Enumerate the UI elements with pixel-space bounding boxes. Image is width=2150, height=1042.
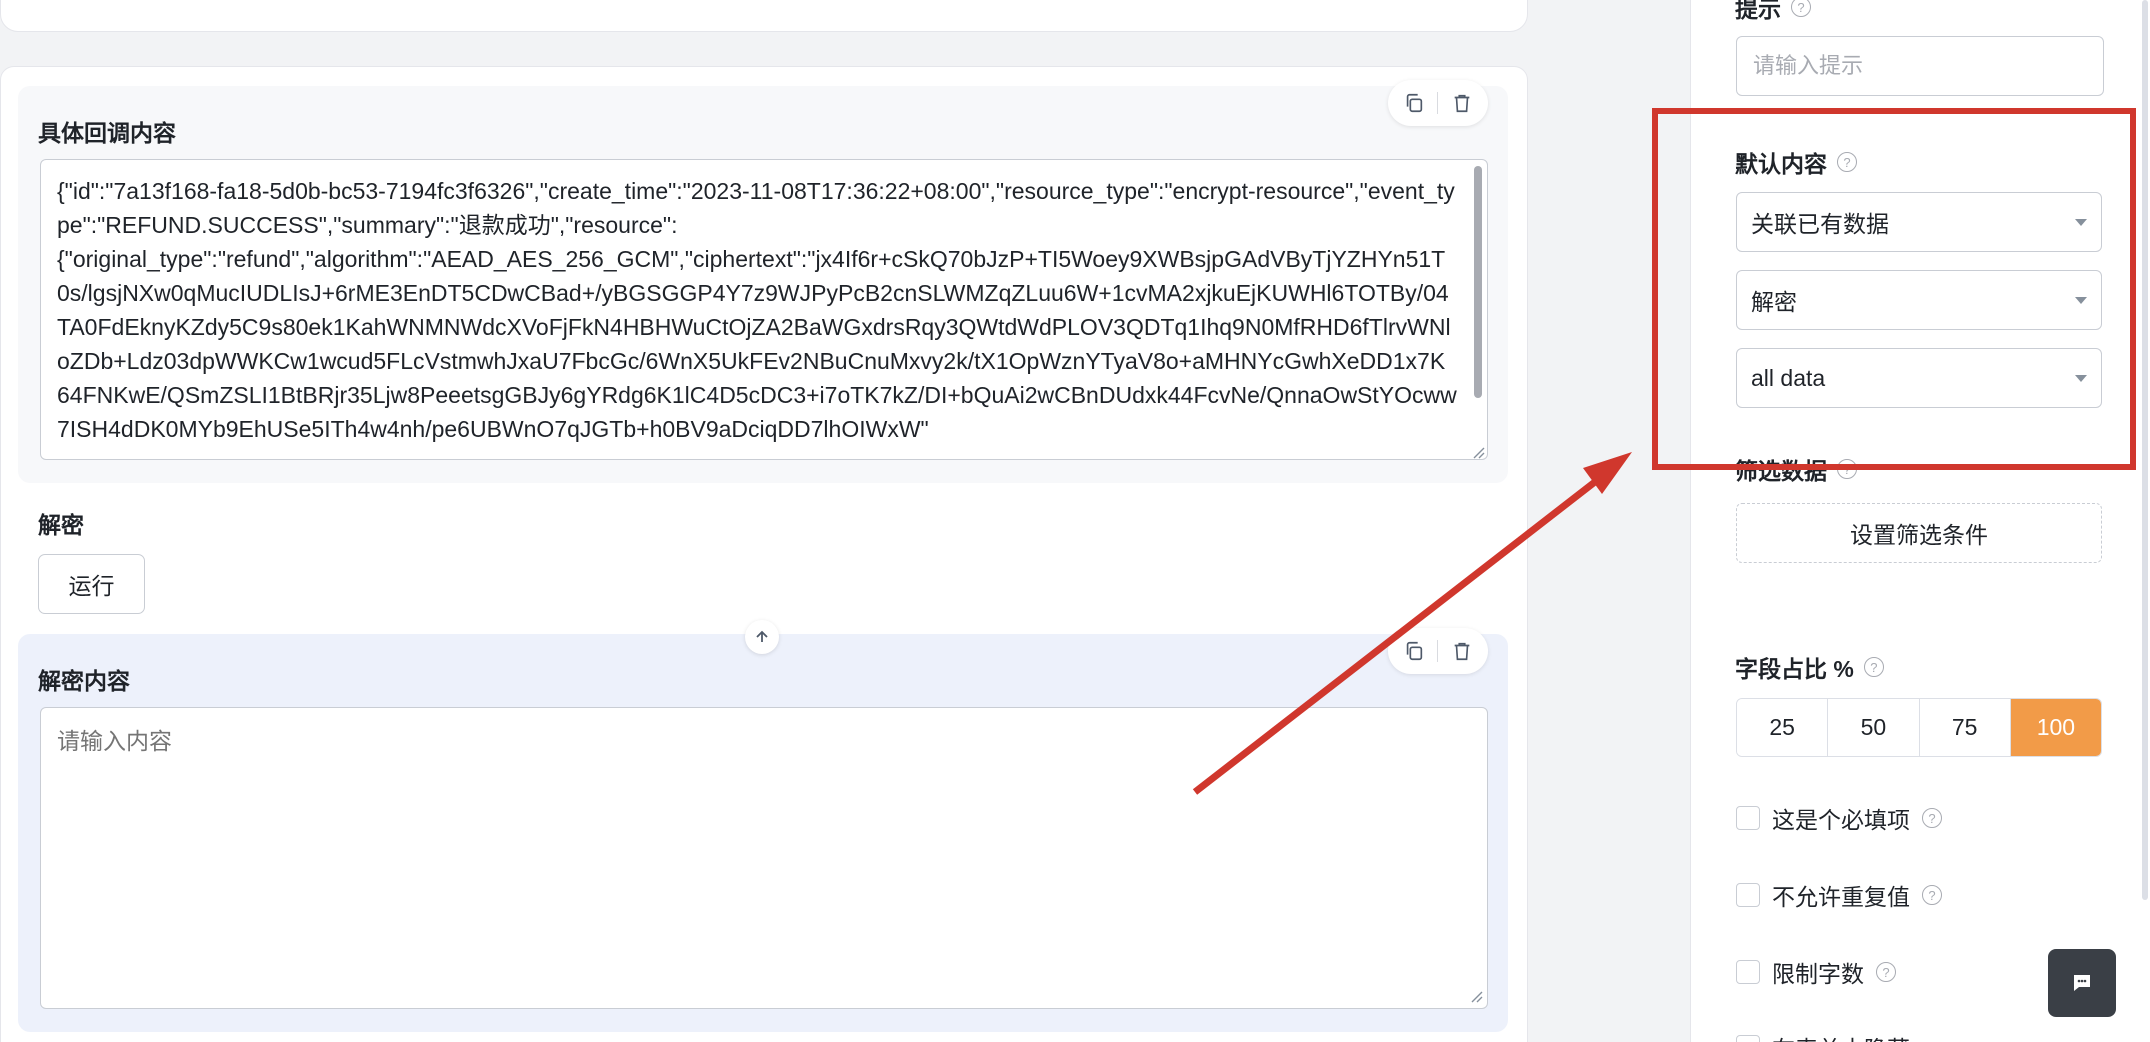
decrypt-content-input[interactable] [40, 707, 1488, 1009]
run-button[interactable]: 运行 [38, 554, 145, 614]
ratio-option-75[interactable]: 75 [1919, 699, 2011, 756]
panel-scrollbar[interactable] [2142, 0, 2148, 900]
decrypt-section-label: 解密 [38, 512, 84, 538]
field-ratio-label-text: 字段占比 % [1735, 656, 1854, 682]
decrypt-content-title: 解密内容 [38, 668, 130, 694]
toolbar-separator [1437, 640, 1439, 662]
top-card [0, 0, 1528, 32]
limit-length-checkbox-row[interactable]: 限制字数 ? [1736, 955, 1896, 989]
chat-button[interactable] [2048, 949, 2116, 1017]
resize-grip-icon[interactable] [1470, 990, 1484, 1004]
ratio-option-50[interactable]: 50 [1828, 699, 1920, 756]
limit-length-checkbox-label: 限制字数 [1772, 961, 1864, 987]
ratio-option-25[interactable]: 25 [1737, 699, 1829, 756]
decrypt-content-block: 解密内容 [18, 628, 1508, 1032]
required-checkbox-row[interactable]: 这是个必填项 ? [1736, 801, 1942, 835]
callback-content-textarea[interactable]: {"id":"7a13f168-fa18-5d0b-bc53-7194fc3f6… [40, 159, 1488, 460]
unique-checkbox-label: 不允许重复值 [1772, 884, 1910, 910]
help-icon[interactable]: ? [1791, 0, 1811, 17]
copy-icon[interactable] [1401, 90, 1427, 116]
hint-label-text: 提示 [1735, 0, 1781, 22]
help-icon[interactable]: ? [1876, 962, 1896, 982]
help-icon[interactable]: ? [1922, 808, 1942, 828]
hint-input[interactable] [1736, 36, 2104, 96]
ratio-option-100[interactable]: 100 [2010, 699, 2101, 756]
callback-scrollbar[interactable] [1474, 166, 1482, 398]
limit-length-checkbox[interactable] [1736, 960, 1760, 984]
required-checkbox[interactable] [1736, 806, 1760, 830]
unique-checkbox-row[interactable]: 不允许重复值 ? [1736, 878, 1942, 912]
arrow-up-icon [756, 630, 768, 642]
decrypt-toolbar [1388, 628, 1488, 674]
delete-icon[interactable] [1449, 90, 1475, 116]
required-checkbox-label: 这是个必填项 [1772, 807, 1910, 833]
set-filter-button[interactable]: 设置筛选条件 [1736, 503, 2102, 563]
annotation-highlight-box [1652, 108, 2136, 470]
field-ratio-label: 字段占比 % ? [1735, 650, 1884, 684]
toolbar-separator [1437, 92, 1439, 114]
delete-icon[interactable] [1449, 638, 1475, 664]
hide-in-form-checkbox-row[interactable]: 在表单中隐藏 [1736, 1030, 1910, 1042]
callback-toolbar [1388, 80, 1488, 126]
collapse-up-button[interactable] [745, 620, 779, 654]
hide-in-form-checkbox[interactable] [1736, 1035, 1760, 1042]
field-ratio-segmented: 25 50 75 100 [1736, 698, 2102, 757]
hide-in-form-checkbox-label: 在表单中隐藏 [1772, 1030, 1910, 1042]
resize-grip-icon[interactable] [1472, 446, 1486, 460]
help-icon[interactable]: ? [1922, 885, 1942, 905]
unique-checkbox[interactable] [1736, 883, 1760, 907]
hint-label: 提示 ? [1735, 0, 1811, 24]
copy-icon[interactable] [1401, 638, 1427, 664]
callback-content-block: 具体回调内容 {"id":"7a13f168-fa18-5d0b-bc53-71… [18, 80, 1508, 483]
help-icon[interactable]: ? [1863, 657, 1884, 677]
callback-content-title: 具体回调内容 [38, 120, 176, 146]
chat-bubble-icon [2074, 975, 2090, 991]
